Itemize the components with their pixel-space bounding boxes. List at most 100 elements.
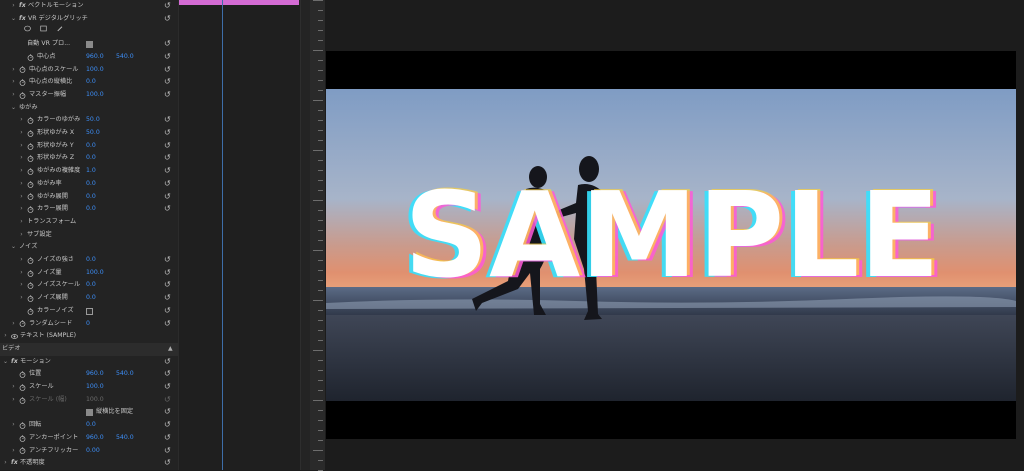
stopwatch-icon[interactable] bbox=[27, 203, 34, 216]
reset-icon[interactable]: ↺ bbox=[164, 152, 171, 165]
reset-icon[interactable]: ↺ bbox=[164, 89, 171, 102]
property-value[interactable]: 50.0 bbox=[86, 127, 100, 140]
stopwatch-icon[interactable] bbox=[19, 432, 26, 445]
stopwatch-icon[interactable] bbox=[19, 394, 26, 407]
fx-badge-icon[interactable]: fx bbox=[11, 356, 18, 369]
reset-icon[interactable]: ↺ bbox=[164, 178, 171, 191]
twirl-arrow-icon[interactable]: › bbox=[18, 292, 25, 305]
twirl-arrow-icon[interactable]: › bbox=[10, 0, 17, 13]
checkbox[interactable] bbox=[86, 409, 93, 417]
twirl-arrow-icon[interactable]: › bbox=[10, 394, 17, 407]
reset-icon[interactable]: ↺ bbox=[164, 203, 171, 216]
stopwatch-icon[interactable] bbox=[27, 152, 34, 165]
property-value[interactable]: 960.0 bbox=[86, 432, 104, 445]
stopwatch-icon[interactable] bbox=[27, 140, 34, 153]
reset-icon[interactable]: ↺ bbox=[164, 165, 171, 178]
rectangle-mask-icon[interactable] bbox=[40, 25, 47, 38]
stopwatch-icon[interactable] bbox=[27, 267, 34, 280]
reset-icon[interactable]: ↺ bbox=[164, 64, 171, 77]
twirl-arrow-icon[interactable]: › bbox=[18, 267, 25, 280]
property-value[interactable]: 0.0 bbox=[86, 152, 96, 165]
property-value[interactable]: 0.0 bbox=[86, 254, 96, 267]
stopwatch-icon[interactable] bbox=[27, 127, 34, 140]
reset-icon[interactable]: ↺ bbox=[164, 406, 171, 419]
twirl-arrow-icon[interactable]: › bbox=[18, 127, 25, 140]
stopwatch-icon[interactable] bbox=[27, 165, 34, 178]
twirl-arrow-icon[interactable]: › bbox=[18, 140, 25, 153]
reset-icon[interactable]: ↺ bbox=[164, 368, 171, 381]
property-value[interactable]: 0.0 bbox=[86, 292, 96, 305]
property-value-secondary[interactable]: 540.0 bbox=[116, 51, 134, 64]
reset-icon[interactable]: ↺ bbox=[164, 457, 171, 470]
twirl-arrow-icon[interactable]: › bbox=[18, 165, 25, 178]
property-value[interactable]: 960.0 bbox=[86, 51, 104, 64]
reset-icon[interactable]: ↺ bbox=[164, 51, 171, 64]
fx-badge-icon[interactable]: fx bbox=[19, 0, 26, 13]
property-value[interactable]: 0.0 bbox=[86, 178, 96, 191]
twirl-arrow-icon[interactable]: › bbox=[18, 254, 25, 267]
stopwatch-icon[interactable] bbox=[27, 114, 34, 127]
property-value[interactable]: 0.00 bbox=[86, 445, 100, 458]
twirl-arrow-icon[interactable]: › bbox=[10, 89, 17, 102]
stopwatch-icon[interactable] bbox=[19, 89, 26, 102]
reset-icon[interactable]: ↺ bbox=[164, 13, 171, 26]
reset-icon[interactable]: ↺ bbox=[164, 0, 171, 13]
stopwatch-icon[interactable] bbox=[19, 419, 26, 432]
stopwatch-icon[interactable] bbox=[27, 292, 34, 305]
twirl-arrow-icon[interactable]: › bbox=[18, 178, 25, 191]
reset-icon[interactable]: ↺ bbox=[164, 292, 171, 305]
twirl-arrow-icon[interactable]: ⌄ bbox=[10, 102, 17, 115]
property-value[interactable]: 50.0 bbox=[86, 114, 100, 127]
twirl-arrow-icon[interactable]: › bbox=[10, 64, 17, 77]
reset-icon[interactable]: ↺ bbox=[164, 114, 171, 127]
stopwatch-icon[interactable] bbox=[19, 76, 26, 89]
stopwatch-icon[interactable] bbox=[19, 368, 26, 381]
twirl-arrow-icon[interactable]: ⌄ bbox=[10, 241, 17, 254]
twirl-arrow-icon[interactable]: › bbox=[10, 381, 17, 394]
stopwatch-icon[interactable] bbox=[19, 64, 26, 77]
property-value[interactable]: 0.0 bbox=[86, 191, 96, 204]
reset-icon[interactable]: ↺ bbox=[164, 279, 171, 292]
stopwatch-icon[interactable] bbox=[27, 305, 34, 318]
twirl-arrow-icon[interactable]: › bbox=[18, 279, 25, 292]
reset-icon[interactable]: ↺ bbox=[164, 76, 171, 89]
twirl-arrow-icon[interactable]: › bbox=[2, 457, 9, 470]
property-value[interactable]: 960.0 bbox=[86, 368, 104, 381]
eye-icon[interactable] bbox=[11, 330, 18, 343]
twirl-arrow-icon[interactable]: › bbox=[10, 76, 17, 89]
reset-icon[interactable]: ↺ bbox=[164, 267, 171, 280]
stopwatch-icon[interactable] bbox=[19, 381, 26, 394]
reset-icon[interactable]: ↺ bbox=[164, 356, 171, 369]
property-value[interactable]: 0.0 bbox=[86, 76, 96, 89]
stopwatch-icon[interactable] bbox=[27, 51, 34, 64]
stopwatch-icon[interactable] bbox=[27, 279, 34, 292]
twirl-arrow-icon[interactable]: › bbox=[18, 114, 25, 127]
playhead[interactable] bbox=[222, 0, 223, 470]
property-value[interactable]: 0 bbox=[86, 318, 90, 331]
property-value[interactable]: 100.0 bbox=[86, 267, 104, 280]
ellipse-mask-icon[interactable] bbox=[24, 25, 31, 38]
pen-mask-icon[interactable] bbox=[56, 25, 63, 38]
checkbox[interactable] bbox=[86, 41, 93, 49]
reset-icon[interactable]: ↺ bbox=[164, 394, 171, 407]
stopwatch-icon[interactable] bbox=[27, 254, 34, 267]
stopwatch-icon[interactable] bbox=[27, 178, 34, 191]
property-value[interactable]: 100.0 bbox=[86, 89, 104, 102]
property-value[interactable]: 100.0 bbox=[86, 381, 104, 394]
property-value[interactable]: 1.0 bbox=[86, 165, 96, 178]
reset-icon[interactable]: ↺ bbox=[164, 381, 171, 394]
twirl-arrow-icon[interactable]: ⌄ bbox=[10, 13, 17, 26]
stopwatch-icon[interactable] bbox=[19, 318, 26, 331]
reset-icon[interactable]: ↺ bbox=[164, 38, 171, 51]
clip-bar[interactable] bbox=[179, 0, 299, 5]
twirl-arrow-icon[interactable]: › bbox=[18, 152, 25, 165]
reset-icon[interactable]: ↺ bbox=[164, 127, 171, 140]
property-value[interactable]: 0.0 bbox=[86, 140, 96, 153]
fx-badge-icon[interactable]: fx bbox=[11, 457, 18, 470]
twirl-arrow-icon[interactable]: › bbox=[10, 419, 17, 432]
property-value[interactable]: 100.0 bbox=[86, 64, 104, 77]
property-value[interactable]: 0.0 bbox=[86, 279, 96, 292]
property-value[interactable]: 0.0 bbox=[86, 419, 96, 432]
twirl-arrow-icon[interactable]: ⌄ bbox=[2, 356, 9, 369]
reset-icon[interactable]: ↺ bbox=[164, 191, 171, 204]
